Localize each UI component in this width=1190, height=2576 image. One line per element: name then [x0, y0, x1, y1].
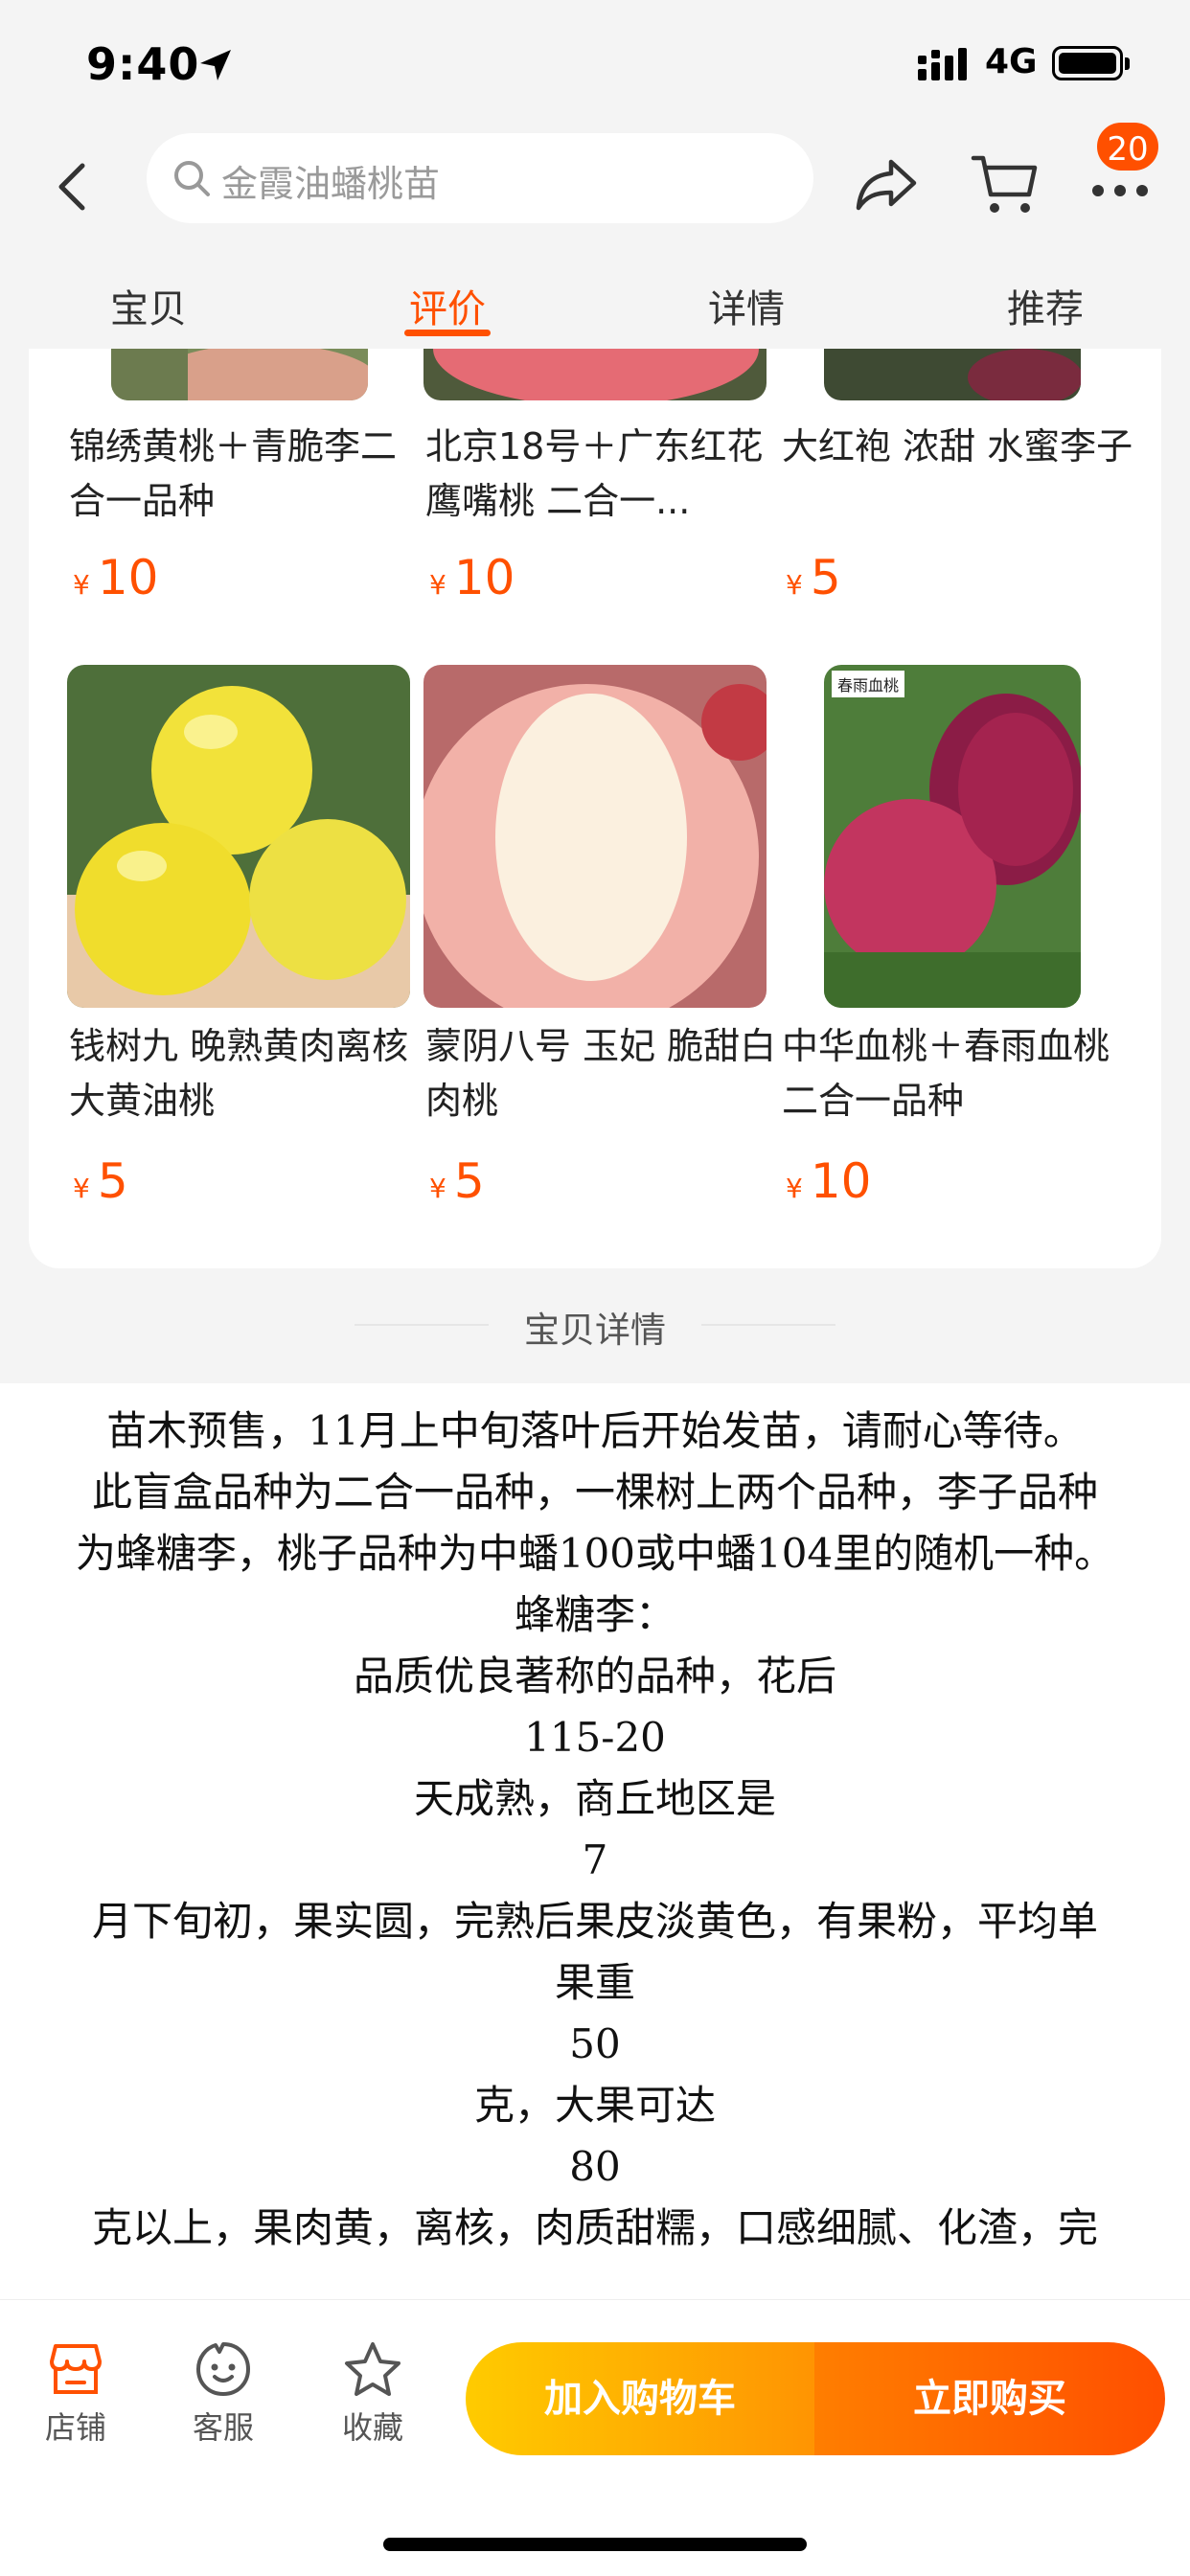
- battery-icon: [1052, 46, 1123, 80]
- customer-service-button[interactable]: 客服: [180, 2340, 266, 2448]
- divider-right: [701, 1324, 835, 1326]
- detail-line: 克，大果可达: [473, 2082, 716, 2129]
- store-button[interactable]: 店铺: [33, 2340, 119, 2448]
- detail-line: 7: [582, 1836, 608, 1883]
- store-icon: [50, 2344, 102, 2394]
- active-tab-indicator: [404, 330, 491, 336]
- detail-line: 月下旬初，果实圆，完熟后果皮淡黄色，有果粉，平均单: [91, 1898, 1098, 1945]
- service-label: 客服: [192, 2409, 254, 2446]
- status-bar: 9:40 4G: [0, 0, 1190, 129]
- price-value: 10: [97, 550, 159, 605]
- battery-tip: [1125, 57, 1130, 70]
- purchase-buttons: 加入购物车 立即购买: [466, 2342, 1165, 2455]
- cart-count-badge: 20: [1094, 120, 1161, 173]
- top-header: 金霞油蟠桃苗 20: [0, 120, 1190, 235]
- product-name: 蒙阴八号 玉妃 脆甜白肉桃: [425, 1025, 777, 1122]
- add-to-cart-button[interactable]: 加入购物车: [466, 2342, 814, 2455]
- search-query-text: 金霞油蟠桃苗: [221, 163, 441, 205]
- detail-line: 为蜂糖李，桃子品种为中蟠100或中蟠104里的随机一种。: [75, 1530, 1115, 1577]
- currency-symbol: ¥: [429, 1173, 446, 1204]
- product-price: ¥10: [429, 550, 515, 605]
- currency-symbol: ¥: [786, 1173, 803, 1204]
- buy-now-button[interactable]: 立即购买: [814, 2342, 1165, 2455]
- price-value: 10: [810, 1153, 872, 1209]
- detail-line: 80: [569, 2143, 621, 2190]
- home-indicator: [383, 2538, 807, 2551]
- search-input[interactable]: 金霞油蟠桃苗: [147, 133, 813, 223]
- share-icon[interactable]: [855, 156, 918, 212]
- network-type: 4G: [985, 42, 1038, 81]
- currency-symbol: ¥: [429, 569, 446, 601]
- tab-item[interactable]: 宝贝: [110, 278, 187, 333]
- detail-line: 苗木预售，11月上中旬落叶后开始发苗，请耐心等待。: [106, 1407, 1084, 1454]
- product-image[interactable]: [111, 349, 368, 400]
- product-name: 大红袍 浓甜 水蜜李子: [782, 425, 1133, 467]
- recommendation-card: 锦绣黄桃＋青脆李二合一品种 ¥10 北京18号＋广东红花鹰嘴桃 二合一... ¥…: [29, 349, 1161, 1268]
- product-image[interactable]: [824, 349, 1081, 400]
- chat-face-icon: [196, 2342, 250, 2396]
- detail-line: 克以上，果肉黄，离核，肉质甜糯，口感细腻、化渣，完: [91, 2204, 1098, 2251]
- back-arrow-icon[interactable]: [50, 158, 98, 216]
- bottom-action-bar: 店铺 客服 收藏 加入购物车 立即购买: [0, 2299, 1190, 2576]
- detail-line: 此盲盒品种为二合一品种，一棵树上两个品种，李子品种: [91, 1469, 1098, 1516]
- product-name: 北京18号＋广东红花鹰嘴桃 二合一...: [425, 425, 764, 522]
- detail-line: 果重: [554, 1959, 635, 2006]
- detail-line: 蜂糖李：: [514, 1591, 675, 1638]
- detail-line: 50: [569, 2020, 621, 2067]
- currency-symbol: ¥: [73, 569, 90, 601]
- price-value: 5: [97, 1153, 128, 1209]
- product-name: 锦绣黄桃＋青脆李二合一品种: [69, 425, 398, 522]
- price-value: 5: [453, 1153, 485, 1209]
- product-price: ¥5: [429, 1153, 485, 1209]
- more-icon[interactable]: [1090, 179, 1150, 202]
- detail-line: 天成熟，商丘地区是: [413, 1775, 776, 1822]
- status-time: 9:40: [86, 38, 200, 90]
- product-image[interactable]: [423, 665, 767, 1008]
- signal-icon: [918, 48, 967, 80]
- star-icon: [345, 2342, 400, 2396]
- currency-symbol: ¥: [73, 1173, 90, 1204]
- price-value: 5: [810, 550, 841, 605]
- tab-reviews[interactable]: 评价: [409, 278, 486, 333]
- image-label: 春雨血桃: [832, 671, 905, 697]
- currency-symbol: ¥: [786, 569, 803, 601]
- product-price: ¥10: [786, 1153, 871, 1209]
- product-image[interactable]: 春雨血桃: [824, 665, 1081, 1008]
- tab-bar: 宝贝 评价 详情 推荐: [0, 249, 1190, 349]
- product-name: 中华血桃＋春雨血桃二合一品种: [782, 1025, 1110, 1122]
- price-value: 10: [453, 550, 515, 605]
- product-price: ¥5: [786, 550, 841, 605]
- favorite-label: 收藏: [341, 2409, 403, 2446]
- product-price: ¥10: [73, 550, 158, 605]
- favorite-button[interactable]: 收藏: [330, 2340, 416, 2448]
- detail-line: 115-20: [524, 1714, 666, 1761]
- search-icon: [174, 161, 210, 196]
- product-image[interactable]: [423, 349, 767, 400]
- product-detail: 苗木预售，11月上中旬落叶后开始发苗，请耐心等待。 此盲盒品种为二合一品种，一棵…: [0, 1383, 1190, 2341]
- tab-recommend[interactable]: 推荐: [1007, 278, 1084, 333]
- tab-details[interactable]: 详情: [708, 278, 785, 333]
- cart-icon[interactable]: [970, 150, 1039, 217]
- section-title-label: 宝贝详情: [524, 1310, 666, 1351]
- product-image[interactable]: [67, 665, 410, 1008]
- product-price: ¥5: [73, 1153, 128, 1209]
- product-name: 钱树九 晚熟黄肉离核 大黄油桃: [69, 1025, 409, 1122]
- section-title: 宝贝详情: [0, 1274, 1190, 1370]
- store-label: 店铺: [44, 2409, 106, 2446]
- detail-line: 品质优良著称的品种，花后: [353, 1653, 836, 1699]
- location-arrow-icon: [200, 50, 231, 80]
